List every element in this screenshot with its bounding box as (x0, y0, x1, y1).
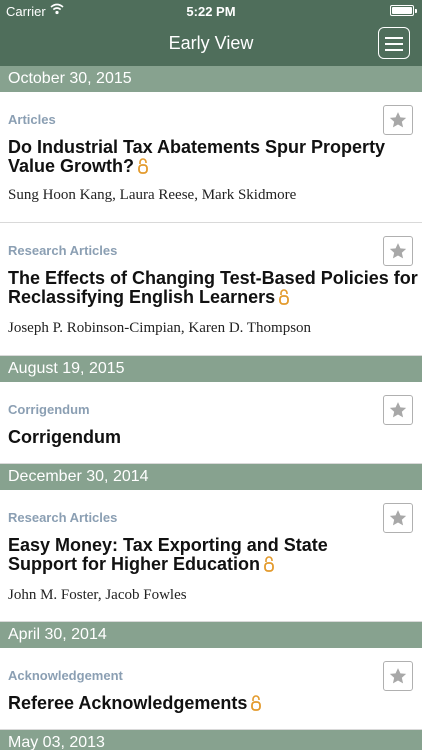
article-card[interactable]: Research Articles The Effects of Changin… (0, 223, 422, 356)
article-card[interactable]: Acknowledgement Referee Acknowledgements (0, 648, 422, 730)
hamburger-line (385, 43, 403, 45)
section-header: April 30, 2014 (0, 622, 422, 648)
article-title-text[interactable]: Do Industrial Tax Abatements Spur Proper… (8, 137, 385, 176)
article-card[interactable]: Research Articles Easy Money: Tax Export… (0, 490, 422, 622)
article-category: Corrigendum (8, 402, 90, 417)
star-icon (389, 668, 407, 684)
star-icon (389, 243, 407, 259)
open-access-lock-icon (138, 158, 148, 174)
favorite-button[interactable] (383, 105, 413, 135)
status-bar: Carrier 5:22 PM (0, 0, 422, 22)
menu-button[interactable] (378, 27, 410, 59)
battery-icon (390, 5, 417, 16)
clock-time: 5:22 PM (186, 4, 236, 19)
article-title[interactable]: Easy Money: Tax Exporting and State Supp… (8, 536, 368, 574)
article-title-text[interactable]: The Effects of Changing Test-Based Polic… (8, 268, 418, 307)
nav-header: Carrier 5:22 PM Early View (0, 0, 422, 66)
article-title[interactable]: The Effects of Changing Test-Based Polic… (8, 269, 418, 307)
open-access-lock-icon (264, 556, 274, 572)
star-icon (389, 510, 407, 526)
article-category: Research Articles (8, 243, 118, 258)
article-category: Acknowledgement (8, 668, 123, 683)
article-title[interactable]: Corrigendum (8, 428, 393, 447)
star-icon (389, 112, 407, 128)
article-card[interactable]: Articles Do Industrial Tax Abatements Sp… (0, 92, 422, 223)
section-header: December 30, 2014 (0, 464, 422, 490)
article-title[interactable]: Do Industrial Tax Abatements Spur Proper… (8, 138, 393, 176)
hamburger-line (385, 49, 403, 51)
section-header: October 30, 2015 (0, 66, 422, 92)
hamburger-menu-icon (385, 37, 403, 39)
section-header: August 19, 2015 (0, 356, 422, 382)
article-title[interactable]: Referee Acknowledgements (8, 694, 393, 713)
favorite-button[interactable] (383, 661, 413, 691)
section-header: May 03, 2013 (0, 730, 422, 750)
article-title-text[interactable]: Referee Acknowledgements (8, 693, 247, 713)
article-authors: Joseph P. Robinson-Cimpian, Karen D. Tho… (8, 320, 312, 336)
article-title-text[interactable]: Easy Money: Tax Exporting and State Supp… (8, 535, 328, 574)
article-authors: Sung Hoon Kang, Laura Reese, Mark Skidmo… (8, 187, 297, 203)
page-title: Early View (168, 33, 254, 53)
star-icon (389, 402, 407, 418)
article-authors: John M. Foster, Jacob Fowles (8, 587, 187, 603)
favorite-button[interactable] (383, 236, 413, 266)
article-category: Research Articles (8, 510, 118, 525)
open-access-lock-icon (279, 289, 290, 305)
article-card[interactable]: Corrigendum Corrigendum (0, 382, 422, 464)
open-access-lock-icon (251, 695, 262, 711)
favorite-button[interactable] (383, 395, 413, 425)
article-title-text[interactable]: Corrigendum (8, 427, 121, 447)
article-category: Articles (8, 112, 56, 127)
favorite-button[interactable] (383, 503, 413, 533)
